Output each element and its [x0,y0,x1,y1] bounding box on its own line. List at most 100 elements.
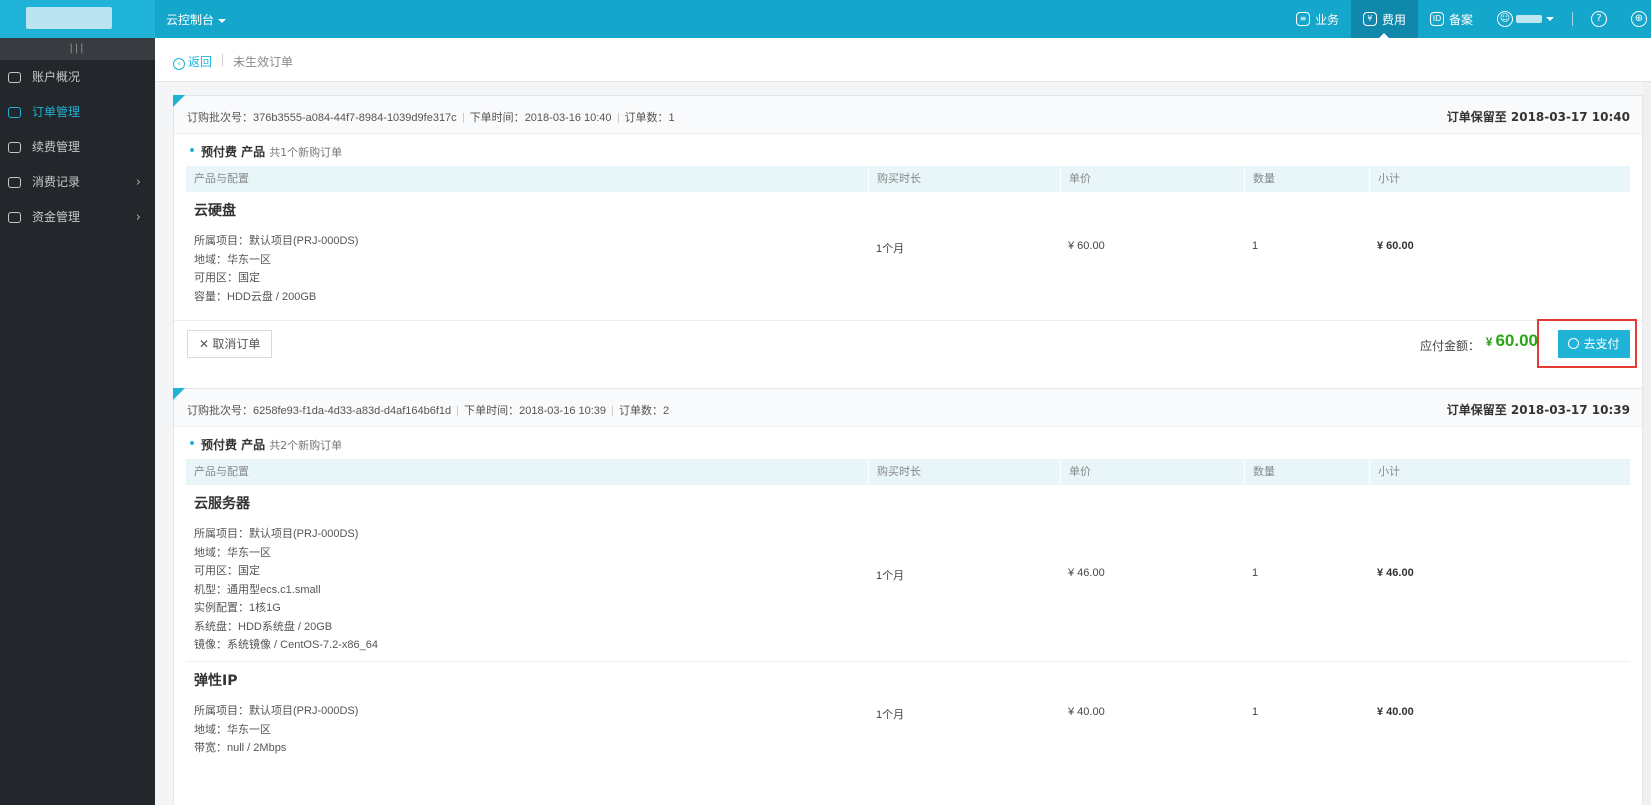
order-time: 2018-03-16 10:40 [524,112,612,124]
cancel-label: 取消订单 [212,337,261,351]
bullet [190,148,194,152]
amount-value: 60.00 [1495,331,1538,350]
column-header: 购买时长 [868,166,1060,192]
meta-divider [617,113,619,124]
table-row: 云硬盘 所属项目：默认项目(PRJ-000DS) 地域：华东一区 可用区：国定 … [186,192,1630,320]
meta-divider [462,113,464,124]
time-label: 下单时间： [464,405,520,417]
divider [1572,12,1573,26]
sidebar: ||| 账户概况 订单管理 续费管理 消费记录 › 资金管理 › [0,38,155,805]
order-header: 订购批次号：6258fe93-f1da-4d33-a83d-d4af164b6f… [173,388,1642,427]
section-title: 预付费 产品 共2个新购订单 [174,427,1642,459]
sidebar-item-renewal-management[interactable]: 续费管理 [0,130,155,165]
column-header: 小计 [1369,166,1632,192]
nav-cost[interactable]: ¥ 费用 [1350,0,1418,38]
sidebar-item-fund-management[interactable]: 资金管理 › [0,200,155,235]
product-specs: 所属项目：默认项目(PRJ-000DS) 地域：华东一区 可用区：国定 机型：通… [194,525,378,655]
nav-business[interactable]: ≡ 业务 [1284,0,1351,38]
corner-marker [173,388,185,400]
time-label: 下单时间： [469,112,525,124]
sidebar-item-order-management[interactable]: 订单管理 [0,95,155,130]
nav-record-filing[interactable]: ID 备案 [1418,0,1485,38]
spec-line: 地域：华东一区 [194,546,271,559]
spec-line: 所属项目：默认项目(PRJ-000DS) [194,235,359,247]
order-card: 订购批次号：6258fe93-f1da-4d33-a83d-d4af164b6f… [173,388,1643,805]
sidebar-item-consumption-records[interactable]: 消费记录 › [0,165,155,200]
unit-price: ¥ 40.00 [1068,706,1105,718]
cancel-order-button[interactable]: ✕ 取消订单 [187,330,273,358]
renew-icon [8,142,21,153]
dashboard-icon [8,72,21,83]
product-specs: 所属项目：默认项目(PRJ-000DS) 地域：华东一区 可用区：国定 容量：H… [194,232,358,306]
batch-id: 6258fe93-f1da-4d33-a83d-d4af164b6f1d [253,405,452,417]
column-header: 数量 [1244,459,1369,485]
column-header: 购买时长 [868,459,1060,485]
duration: 1个月 [876,709,905,721]
cost-icon: ¥ [1362,12,1377,26]
spec-line: 地域：华东一区 [194,723,271,736]
record-filing-icon: ID [1429,12,1444,26]
logo[interactable] [0,0,155,38]
nav-cost-label: 费用 [1381,12,1406,27]
spec-line: 机型：通用型ecs.c1.small [194,583,321,596]
back-link[interactable]: ‹ 返回 [173,53,212,70]
user-menu[interactable]: ☺ [1485,0,1566,38]
spec-line: 地域：华东一区 [194,253,271,266]
product-name: 弹性IP [194,673,238,689]
consumption-icon [8,177,21,188]
spec-line: 可用区：国定 [194,565,260,577]
help-button[interactable]: ? [1579,0,1619,38]
chevron-down-icon [218,18,227,23]
amount-due-label: 应付金额： [1419,339,1480,353]
close-icon: ✕ [199,337,210,351]
highlight-box [1537,319,1637,368]
product-name: 云硬盘 [194,203,236,219]
order-header: 订购批次号：376b3555-a084-44f7-8984-1039d9fe31… [173,95,1642,134]
console-menu[interactable]: 云控制台 [166,11,227,28]
order-count: 2 [663,405,670,417]
spec-line: 可用区：国定 [194,272,260,284]
sidebar-collapse-toggle[interactable]: ||| [0,38,155,60]
wallet-icon [8,212,21,223]
order-card: 订购批次号：376b3555-a084-44f7-8984-1039d9fe31… [173,95,1643,391]
spec-line: 所属项目：默认项目(PRJ-000DS) [194,528,359,540]
section-label: 预付费 产品 [201,145,266,159]
nav-business-label: 业务 [1314,12,1339,27]
sidebar-item-account-overview[interactable]: 账户概况 [0,60,155,95]
scrollbar[interactable] [1643,82,1651,805]
order-meta: 订购批次号：376b3555-a084-44f7-8984-1039d9fe31… [187,109,675,125]
language-button[interactable]: ⊕ [1619,0,1651,38]
spec-line: 带宽：null / 2Mbps [194,742,287,754]
column-header: 小计 [1369,459,1632,485]
column-header: 单价 [1060,166,1244,192]
product-specs: 所属项目：默认项目(PRJ-000DS) 地域：华东一区 带宽：null / 2… [194,702,358,758]
batch-label: 订购批次号： [187,112,253,124]
duration: 1个月 [876,570,905,582]
table-header: 产品与配置 购买时长 单价 数量 小计 [186,166,1630,192]
spec-line: 实例配置：1核1G [194,602,281,614]
amount-due: ¥60.00 [1486,331,1538,351]
chevron-right-icon: › [135,175,141,190]
username [1516,15,1542,23]
order-count: 1 [668,112,675,124]
order-hold-until: 订单保留至 2018-03-17 10:40 [1446,110,1630,124]
order-meta: 订购批次号：6258fe93-f1da-4d33-a83d-d4af164b6f… [187,402,669,418]
spec-line: 系统盘：HDD系统盘 / 20GB [194,620,333,633]
batch-label: 订购批次号： [187,405,253,417]
table-header: 产品与配置 购买时长 单价 数量 小计 [186,459,1630,485]
product-name: 云服务器 [194,496,250,512]
console-label: 云控制台 [166,13,215,27]
subtotal: ¥ 60.00 [1377,240,1414,252]
page-title: 未生效订单 [233,55,294,69]
breadcrumb-divider [222,54,223,66]
business-icon: ≡ [1295,12,1310,26]
help-icon: ? [1591,11,1607,27]
currency-symbol: ¥ [1485,335,1493,349]
chevron-down-icon [1546,17,1554,21]
unit-price: ¥ 60.00 [1068,240,1105,252]
section-label: 预付费 产品 [201,438,266,452]
duration: 1个月 [876,243,905,255]
logo-image [26,7,112,29]
order-time: 2018-03-16 10:39 [519,405,607,417]
bullet [190,441,194,445]
